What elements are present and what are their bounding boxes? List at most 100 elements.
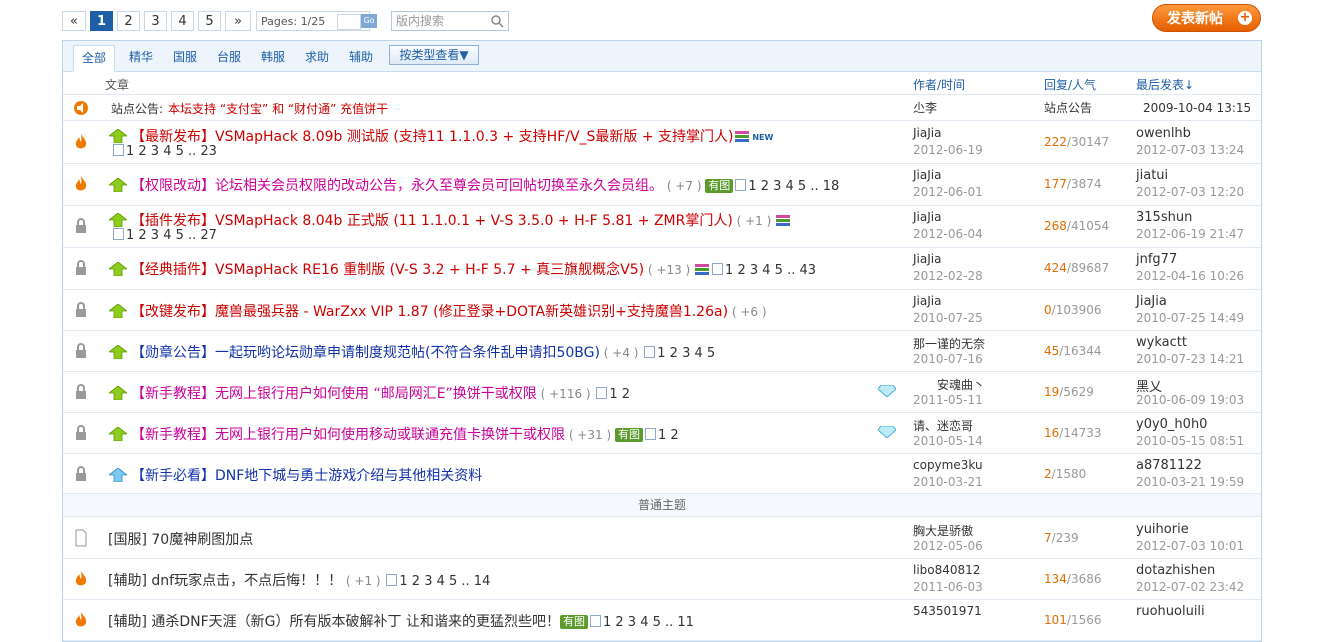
thread-pages[interactable]: 1 2 3 4 5 .. 18 bbox=[748, 179, 839, 194]
thread-author[interactable]: 那一谨的无奈 bbox=[913, 335, 985, 352]
tab-tools[interactable]: 辅助 bbox=[349, 48, 373, 65]
thread-category[interactable]: 【勋章公告】 bbox=[131, 345, 215, 361]
tab-cn-server[interactable]: 国服 bbox=[173, 48, 197, 65]
filter-by-type-button[interactable]: 按类型查看▼ bbox=[389, 45, 479, 65]
column-stats[interactable]: 回复/人气 bbox=[1044, 76, 1096, 93]
last-poster[interactable]: 315shun bbox=[1136, 210, 1192, 225]
tab-kr-server[interactable]: 韩服 bbox=[261, 48, 285, 65]
last-post-date[interactable]: 2010-06-09 19:03 bbox=[1136, 393, 1244, 407]
thread-link[interactable]: 一起玩哟论坛勋章申请制度规范帖(不符合条件乱申请扣50BG) bbox=[215, 345, 600, 361]
thread-pages[interactable]: 1 2 3 4 5 .. 14 bbox=[399, 574, 490, 589]
table-row: [国服] 70魔神刷图加点 胸大是骄傲 2012-05-06 7/239 yuihori… bbox=[63, 517, 1261, 559]
thread-category[interactable]: 【权限改动】 bbox=[131, 178, 215, 194]
thread-author[interactable]: JiaJia bbox=[913, 294, 941, 308]
thread-pages[interactable]: 1 2 3 4 5 .. 27 bbox=[111, 228, 217, 243]
thread-author[interactable]: 安魂曲丶 bbox=[937, 376, 985, 393]
page-5-button[interactable]: 5 bbox=[198, 11, 221, 31]
thread-link[interactable]: VSMapHack RE16 重制版 (V-S 3.2 + H-F 5.7 + … bbox=[215, 262, 644, 278]
thread-author[interactable]: JiaJia bbox=[913, 252, 941, 266]
last-post-date[interactable]: 2012-07-03 10:01 bbox=[1136, 539, 1244, 553]
thread-author[interactable]: copyme3ku bbox=[913, 458, 983, 472]
tab-digest[interactable]: 精华 bbox=[129, 48, 153, 65]
last-poster[interactable]: y0y0_h0h0 bbox=[1136, 417, 1207, 432]
thread-category[interactable]: 【新手教程】 bbox=[131, 427, 215, 443]
column-last-post[interactable]: 最后发表↓ bbox=[1136, 76, 1194, 93]
normal-topics-separator: 普通主题 bbox=[63, 494, 1261, 517]
page-4-button[interactable]: 4 bbox=[171, 11, 194, 31]
thread-author[interactable]: 543501971 bbox=[913, 604, 982, 618]
thread-category[interactable]: 【插件发布】 bbox=[131, 213, 215, 229]
thread-pages[interactable]: 1 2 bbox=[658, 428, 679, 443]
tab-tw-server[interactable]: 台服 bbox=[217, 48, 241, 65]
thread-category[interactable]: 【最新发布】 bbox=[131, 129, 215, 145]
last-poster[interactable]: wykactt bbox=[1136, 335, 1187, 350]
thread-link[interactable]: VSMapHack 8.04b 正式版 (11 1.1.0.1 + V-S 3.… bbox=[215, 213, 733, 229]
thread-category[interactable]: [国服] bbox=[108, 532, 151, 548]
announcement-author[interactable]: 尐李 bbox=[913, 99, 937, 116]
thread-link[interactable]: 无网上银行用户如何使用 “邮局网汇E”换饼干或权限 bbox=[215, 386, 537, 402]
last-post-date[interactable]: 2012-07-02 23:42 bbox=[1136, 580, 1244, 594]
thread-author[interactable]: JiaJia bbox=[913, 168, 941, 182]
last-poster[interactable]: yuihorie bbox=[1136, 522, 1189, 537]
next-page-button[interactable]: » bbox=[225, 11, 251, 31]
last-poster[interactable]: jiatui bbox=[1136, 168, 1168, 183]
last-poster[interactable]: dotazhishen bbox=[1136, 563, 1215, 578]
last-post-date[interactable]: 2012-07-03 13:24 bbox=[1136, 143, 1244, 157]
thread-date: 2011-05-11 bbox=[913, 393, 983, 407]
column-article: 文章 bbox=[105, 78, 130, 92]
page-3-button[interactable]: 3 bbox=[144, 11, 167, 31]
thread-title-group: 【新手教程】无网上银行用户如何使用移动或联通充值卡换饼干或权限 ( +31 ) … bbox=[131, 424, 679, 444]
hot-topic-icon bbox=[73, 133, 89, 151]
thread-link[interactable]: DNF地下城与勇士游戏介绍与其他相关资料 bbox=[215, 468, 482, 484]
thread-link[interactable]: 无网上银行用户如何使用移动或联通充值卡换饼干或权限 bbox=[215, 427, 565, 443]
rating-count: ( +6 ) bbox=[728, 305, 767, 319]
tab-help[interactable]: 求助 bbox=[305, 48, 329, 65]
thread-author[interactable]: libo840812 bbox=[913, 563, 980, 577]
announcement-link[interactable]: 本坛支持 “支付宝” 和 “财付通” 充值饼干 bbox=[168, 100, 388, 117]
last-post-date[interactable]: 2012-06-19 21:47 bbox=[1136, 227, 1244, 241]
page-2-button[interactable]: 2 bbox=[117, 11, 140, 31]
thread-link[interactable]: 70魔神刷图加点 bbox=[151, 532, 253, 548]
last-post-date[interactable]: 2010-07-23 14:21 bbox=[1136, 352, 1244, 366]
thread-link[interactable]: VSMapHack 8.09b 测试版 (支持11 1.1.0.3 + 支持HF… bbox=[215, 129, 734, 145]
thread-link[interactable]: dnf玩家点击，不点后悔！！！ bbox=[151, 573, 342, 589]
thread-link[interactable]: 魔兽最强兵器 - WarZxx VIP 1.87 (修正登录+DOTA新英雄识别… bbox=[215, 304, 728, 320]
prev-page-button[interactable]: « bbox=[62, 11, 86, 31]
tab-all[interactable]: 全部 bbox=[73, 45, 116, 72]
thread-pages[interactable]: 1 2 3 4 5 .. 23 bbox=[111, 144, 217, 159]
thread-author[interactable]: 胸大是骄傲 bbox=[913, 522, 973, 539]
search-icon[interactable] bbox=[490, 14, 504, 28]
page-1-button[interactable]: 1 bbox=[90, 11, 113, 31]
last-poster[interactable]: owenlhb bbox=[1136, 126, 1191, 141]
column-author[interactable]: 作者/时间 bbox=[913, 76, 965, 93]
thread-category[interactable]: [辅助] bbox=[108, 573, 151, 589]
last-poster[interactable]: JiaJia bbox=[1136, 294, 1167, 309]
thread-author[interactable]: JiaJia bbox=[913, 210, 941, 224]
last-post-date[interactable]: 2010-05-15 08:51 bbox=[1136, 434, 1244, 448]
thread-pages-text: 1 2 3 4 5 .. 23 bbox=[126, 144, 217, 159]
thread-category[interactable]: [辅助] bbox=[108, 614, 151, 630]
forum-search-input[interactable]: 版内搜索 bbox=[391, 11, 509, 31]
last-poster[interactable]: jnfg77 bbox=[1136, 252, 1177, 267]
thread-link[interactable]: 通杀DNF天涯（新G）所有版本破解补丁 让和谐来的更猛烈些吧！ bbox=[151, 614, 560, 630]
last-post-date[interactable]: 2010-07-25 14:49 bbox=[1136, 311, 1244, 325]
thread-pages[interactable]: 1 2 3 4 5 .. 43 bbox=[725, 263, 816, 278]
multipage-icon bbox=[113, 228, 124, 240]
thread-pages[interactable]: 1 2 bbox=[609, 387, 630, 402]
thread-category[interactable]: 【经典插件】 bbox=[131, 262, 215, 278]
thread-author[interactable]: 请、迷恋哥 bbox=[913, 417, 973, 434]
go-button[interactable]: Go bbox=[361, 14, 377, 28]
last-poster[interactable]: a8781122 bbox=[1136, 458, 1202, 473]
new-post-button[interactable]: 发表新帖 + bbox=[1152, 4, 1261, 32]
last-post-date[interactable]: 2012-07-03 12:20 bbox=[1136, 185, 1244, 199]
page-number-input[interactable] bbox=[337, 14, 361, 30]
last-post-date[interactable]: 2010-03-21 19:59 bbox=[1136, 475, 1244, 489]
last-post-date[interactable]: 2012-04-16 10:26 bbox=[1136, 269, 1244, 283]
thread-author[interactable]: JiaJia bbox=[913, 126, 941, 140]
last-poster[interactable]: ruohuoluili bbox=[1136, 604, 1205, 619]
thread-link[interactable]: 论坛相关会员权限的改动公告，永久至尊会员可回帖切换至永久会员组。 bbox=[215, 178, 663, 194]
thread-category[interactable]: 【新手必看】 bbox=[131, 468, 215, 484]
thread-pages[interactable]: 1 2 3 4 5 bbox=[657, 346, 715, 361]
thread-category[interactable]: 【改键发布】 bbox=[131, 304, 215, 320]
thread-category[interactable]: 【新手教程】 bbox=[131, 386, 215, 402]
